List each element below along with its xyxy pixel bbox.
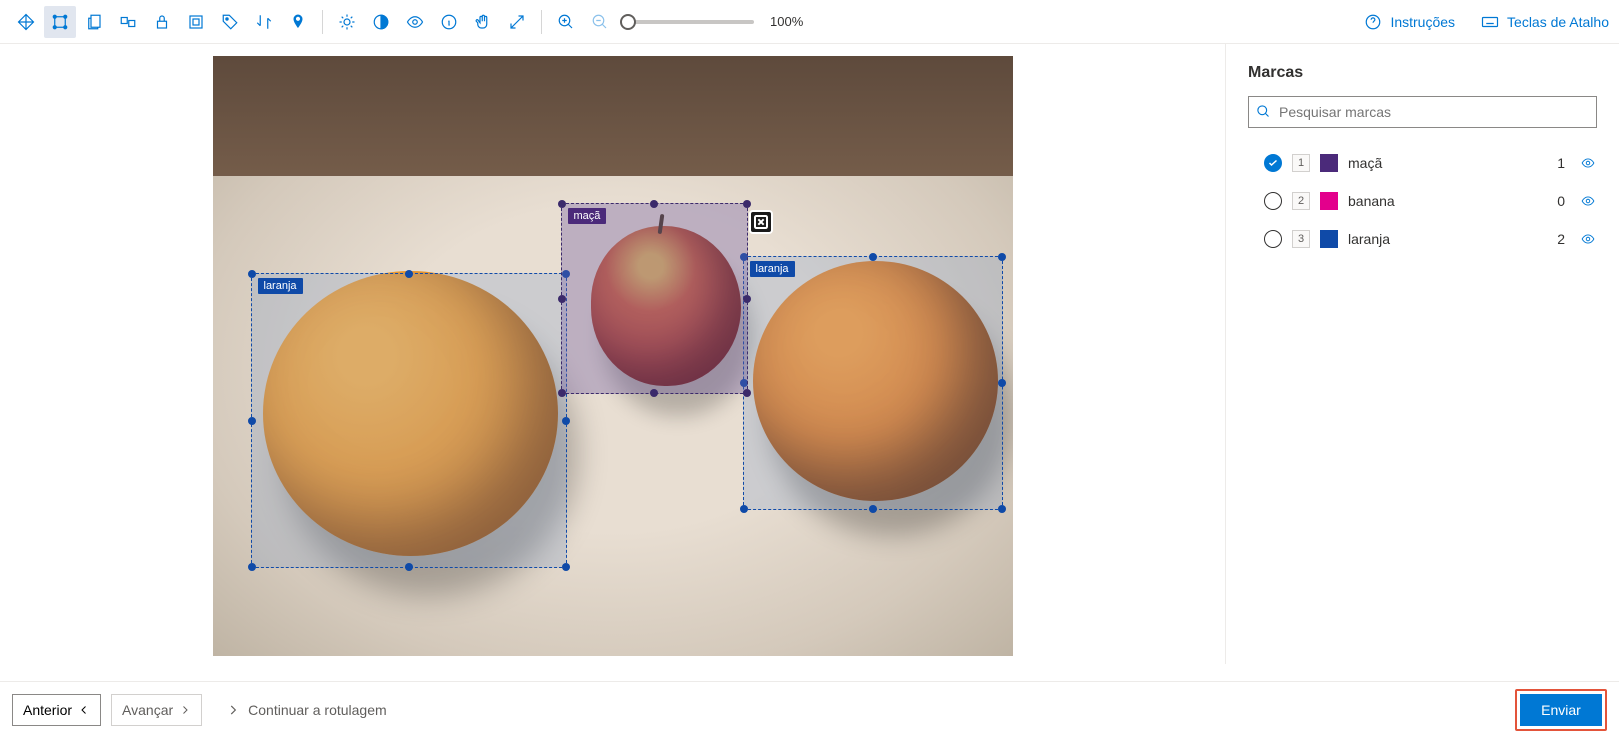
- eye-icon[interactable]: [1579, 194, 1597, 208]
- submit-highlight: Enviar: [1515, 689, 1607, 731]
- sidebar: Marcas 1 maçã 1 2 banana 0 3 laranja 2: [1225, 44, 1619, 664]
- bbox-label: laranja: [750, 261, 795, 277]
- tool-pin-icon[interactable]: [282, 6, 314, 38]
- tool-info-icon[interactable]: [433, 6, 465, 38]
- chevron-left-icon: [78, 704, 90, 716]
- instructions-link[interactable]: Instruções: [1364, 13, 1455, 31]
- zoom-out-icon[interactable]: [584, 6, 616, 38]
- tag-color-swatch: [1320, 192, 1338, 210]
- toolbar-separator: [541, 10, 542, 34]
- toolbar-separator: [322, 10, 323, 34]
- tool-copy-icon[interactable]: [78, 6, 110, 38]
- keyboard-icon: [1481, 13, 1499, 31]
- next-button[interactable]: Avançar: [111, 694, 202, 726]
- tag-hotkey: 1: [1292, 154, 1310, 172]
- tag-color-swatch: [1320, 154, 1338, 172]
- bounding-box[interactable]: laranja: [743, 256, 1003, 510]
- tool-visibility-icon[interactable]: [399, 6, 431, 38]
- prev-button[interactable]: Anterior: [12, 694, 101, 726]
- help-icon: [1364, 13, 1382, 31]
- search-icon: [1256, 104, 1271, 119]
- tool-expand-icon[interactable]: [501, 6, 533, 38]
- continue-labeling[interactable]: Continuar a rotulagem: [226, 702, 387, 718]
- shortcuts-link[interactable]: Teclas de Atalho: [1481, 13, 1609, 31]
- tool-tag-icon[interactable]: [214, 6, 246, 38]
- toolbar: 100% Instruções Teclas de Atalho: [0, 0, 1619, 44]
- tool-brightness-icon[interactable]: [331, 6, 363, 38]
- footer: Anterior Avançar Continuar a rotulagem E…: [0, 681, 1619, 737]
- canvas[interactable]: laranja laranja maçã: [213, 56, 1013, 656]
- bounding-box-selected[interactable]: maçã: [561, 203, 748, 394]
- tool-template-icon[interactable]: [180, 6, 212, 38]
- tool-pan-icon[interactable]: [467, 6, 499, 38]
- tool-move-icon[interactable]: [10, 6, 42, 38]
- eye-icon[interactable]: [1579, 232, 1597, 246]
- chevron-right-icon: [226, 703, 240, 717]
- tag-name: banana: [1348, 193, 1547, 209]
- sidebar-title: Marcas: [1248, 64, 1597, 82]
- chevron-right-icon: [179, 704, 191, 716]
- submit-button[interactable]: Enviar: [1520, 694, 1602, 726]
- tool-bbox-icon[interactable]: [44, 6, 76, 38]
- tag-count: 2: [1557, 231, 1565, 247]
- eye-icon[interactable]: [1579, 156, 1597, 170]
- tag-name: maçã: [1348, 155, 1547, 171]
- tag-color-swatch: [1320, 230, 1338, 248]
- search-tags-input[interactable]: [1248, 96, 1597, 128]
- bbox-delete-button[interactable]: [749, 210, 773, 234]
- bounding-box[interactable]: laranja: [251, 273, 567, 568]
- tag-name: laranja: [1348, 231, 1547, 247]
- zoom-value: 100%: [770, 14, 803, 29]
- tool-contrast-icon[interactable]: [365, 6, 397, 38]
- tag-hotkey: 2: [1292, 192, 1310, 210]
- bbox-label: maçã: [568, 208, 607, 224]
- tag-row-maca[interactable]: 1 maçã 1: [1248, 144, 1597, 182]
- zoom-in-icon[interactable]: [550, 6, 582, 38]
- tag-row-banana[interactable]: 2 banana 0: [1248, 182, 1597, 220]
- tag-count: 0: [1557, 193, 1565, 209]
- zoom-slider[interactable]: [624, 20, 754, 24]
- tag-radio[interactable]: [1264, 192, 1282, 210]
- tool-lock-icon[interactable]: [146, 6, 178, 38]
- tag-count: 1: [1557, 155, 1565, 171]
- tool-swap-icon[interactable]: [248, 6, 280, 38]
- tool-group-icon[interactable]: [112, 6, 144, 38]
- tag-radio[interactable]: [1264, 154, 1282, 172]
- canvas-area[interactable]: laranja laranja maçã: [0, 44, 1225, 664]
- tag-radio[interactable]: [1264, 230, 1282, 248]
- bbox-label: laranja: [258, 278, 303, 294]
- tag-row-laranja[interactable]: 3 laranja 2: [1248, 220, 1597, 258]
- tag-hotkey: 3: [1292, 230, 1310, 248]
